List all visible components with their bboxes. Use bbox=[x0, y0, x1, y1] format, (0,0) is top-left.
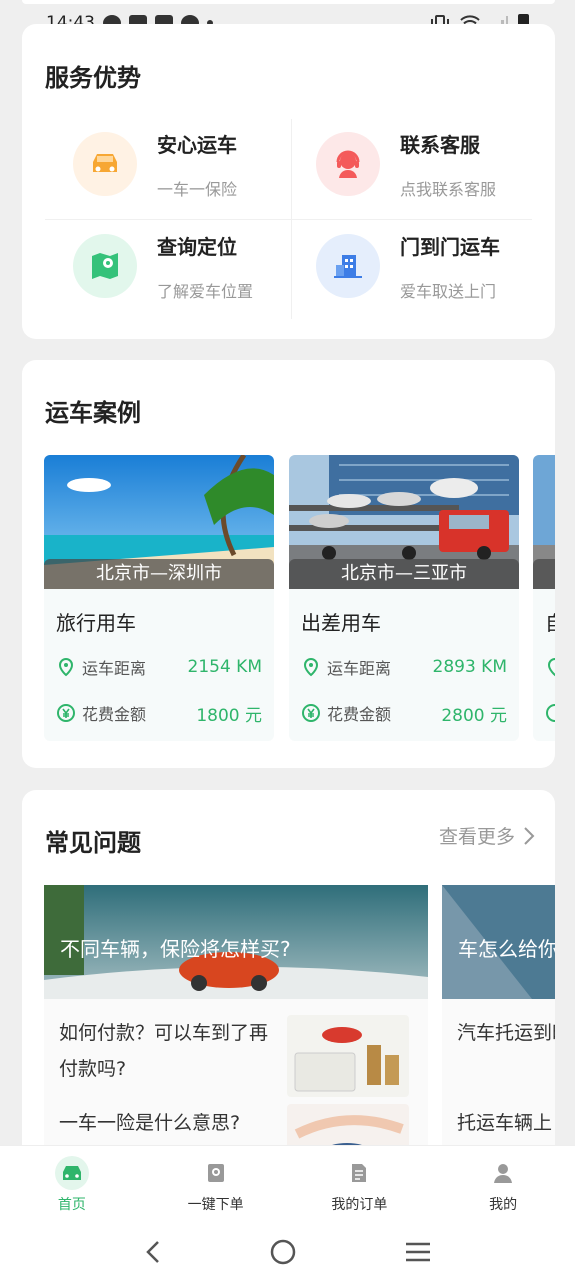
services-title: 服务优势 bbox=[45, 64, 141, 92]
distance-value: 2154 KM bbox=[187, 657, 262, 677]
service-title: 查询定位 bbox=[157, 234, 237, 259]
user-icon bbox=[486, 1156, 520, 1190]
bottom-tab-bar: 首页 一键下单 我的订单 我的 bbox=[0, 1145, 575, 1223]
faq-question[interactable]: 汽车托运到时有什么需 bbox=[457, 1015, 555, 1051]
case-distance-row: 运车距离 2154 KM bbox=[56, 655, 262, 679]
distance-label: 运车距离 bbox=[327, 659, 392, 678]
case-card[interactable]: 自 bbox=[533, 455, 555, 741]
tab-label: 我的订单 bbox=[331, 1197, 388, 1213]
calculator-coins-image bbox=[287, 1015, 409, 1097]
service-title: 安心运车 bbox=[157, 132, 237, 157]
headset-icon bbox=[316, 132, 380, 196]
case-route bbox=[533, 559, 555, 589]
cost-value: 1800 元 bbox=[196, 705, 262, 726]
service-subtitle: 爱车取送上门 bbox=[400, 281, 497, 301]
case-name: 出差用车 bbox=[301, 611, 381, 635]
back-icon[interactable] bbox=[143, 1239, 163, 1265]
case-distance-row bbox=[545, 655, 555, 679]
building-icon bbox=[316, 234, 380, 298]
service-subtitle: 了解爱车位置 bbox=[157, 281, 254, 301]
view-more-label: 查看更多 bbox=[438, 826, 515, 848]
cost-value: 2800 元 bbox=[441, 705, 507, 726]
home-circle-icon[interactable] bbox=[269, 1238, 297, 1266]
beach-photo: 北京市—深圳市 bbox=[44, 455, 274, 589]
faq-header-title: 不同车辆，保险将怎样买? bbox=[60, 937, 291, 961]
tab-label: 首页 bbox=[57, 1197, 86, 1213]
tab-label: 我的 bbox=[489, 1197, 518, 1213]
document-icon bbox=[342, 1156, 376, 1190]
faq-question[interactable]: 一车一险是什么意思? bbox=[59, 1105, 274, 1141]
service-door-to-door[interactable]: 门到门运车 爱车取送上门 bbox=[288, 216, 533, 316]
case-route: 北京市—三亚市 bbox=[289, 559, 519, 589]
yen-icon bbox=[302, 704, 320, 722]
car-carrier-photo: 北京市—三亚市 bbox=[289, 455, 519, 589]
cases-title: 运车案例 bbox=[45, 399, 141, 427]
cases-card: 运车案例 北京市—深圳市 旅行用车 运车距离 2154 KM 花费金额 1800… bbox=[22, 360, 555, 768]
faq-header-image: 车怎么给你 bbox=[442, 885, 555, 999]
service-subtitle: 一车一保险 bbox=[157, 179, 238, 199]
faq-question[interactable]: 如何付款？可以车到了再付款吗? bbox=[59, 1015, 274, 1087]
case-cost-row bbox=[545, 701, 555, 725]
case-cost-row: 花费金额 1800 元 bbox=[56, 701, 262, 726]
case-distance-row: 运车距离 2893 KM bbox=[301, 655, 507, 679]
chevron-right-icon bbox=[524, 826, 535, 845]
faq-question[interactable]: 托运车辆上 bbox=[457, 1105, 555, 1141]
case-name: 旅行用车 bbox=[56, 611, 136, 635]
car-home-icon bbox=[54, 1156, 89, 1190]
case-card[interactable]: 北京市—三亚市 出差用车 运车距离 2893 KM 花费金额 2800 元 bbox=[289, 455, 519, 741]
distance-label: 运车距离 bbox=[82, 659, 147, 678]
case-route: 北京市—深圳市 bbox=[44, 559, 274, 589]
faq-title: 常见问题 bbox=[45, 829, 141, 857]
previous-card-edge bbox=[22, 0, 555, 4]
distance-value: 2893 KM bbox=[432, 657, 507, 677]
tab-home[interactable]: 首页 bbox=[0, 1146, 144, 1223]
services-card: 服务优势 安心运车 一车一保险 联系客服 点我联系客服 查询定位 了解爱车位置 bbox=[22, 24, 555, 339]
system-navigation-bar bbox=[0, 1223, 575, 1280]
tab-quick-order[interactable]: 一键下单 bbox=[144, 1146, 288, 1223]
map-pin-icon bbox=[73, 234, 137, 298]
order-icon bbox=[199, 1156, 233, 1190]
service-title: 门到门运车 bbox=[400, 234, 500, 259]
menu-icon[interactable] bbox=[404, 1241, 432, 1263]
tab-my-orders[interactable]: 我的订单 bbox=[288, 1146, 432, 1223]
yen-icon bbox=[57, 704, 75, 722]
service-subtitle: 点我联系客服 bbox=[400, 179, 497, 199]
service-location-query[interactable]: 查询定位 了解爱车位置 bbox=[45, 216, 290, 316]
cost-label: 花费金额 bbox=[327, 705, 392, 724]
yen-icon bbox=[546, 704, 555, 722]
case-cost-row: 花费金额 2800 元 bbox=[301, 701, 507, 726]
tab-profile[interactable]: 我的 bbox=[431, 1146, 575, 1223]
case-card[interactable]: 北京市—深圳市 旅行用车 运车距离 2154 KM 花费金额 1800 元 bbox=[44, 455, 274, 741]
car-icon bbox=[73, 132, 137, 196]
case-name: 自 bbox=[545, 607, 555, 636]
tab-label: 一键下单 bbox=[187, 1197, 244, 1213]
faq-header-title: 车怎么给你 bbox=[458, 937, 555, 961]
location-pin-icon bbox=[303, 657, 319, 677]
faq-header-image: 不同车辆，保险将怎样买? bbox=[44, 885, 428, 999]
location-pin-icon bbox=[547, 657, 555, 677]
service-contact-support[interactable]: 联系客服 点我联系客服 bbox=[288, 114, 533, 214]
view-more-link[interactable]: 查看更多 bbox=[439, 822, 535, 849]
case-photo bbox=[533, 455, 555, 589]
location-pin-icon bbox=[58, 657, 74, 677]
cost-label: 花费金额 bbox=[82, 705, 147, 724]
service-safe-transport[interactable]: 安心运车 一车一保险 bbox=[45, 114, 290, 214]
service-title: 联系客服 bbox=[400, 132, 480, 157]
